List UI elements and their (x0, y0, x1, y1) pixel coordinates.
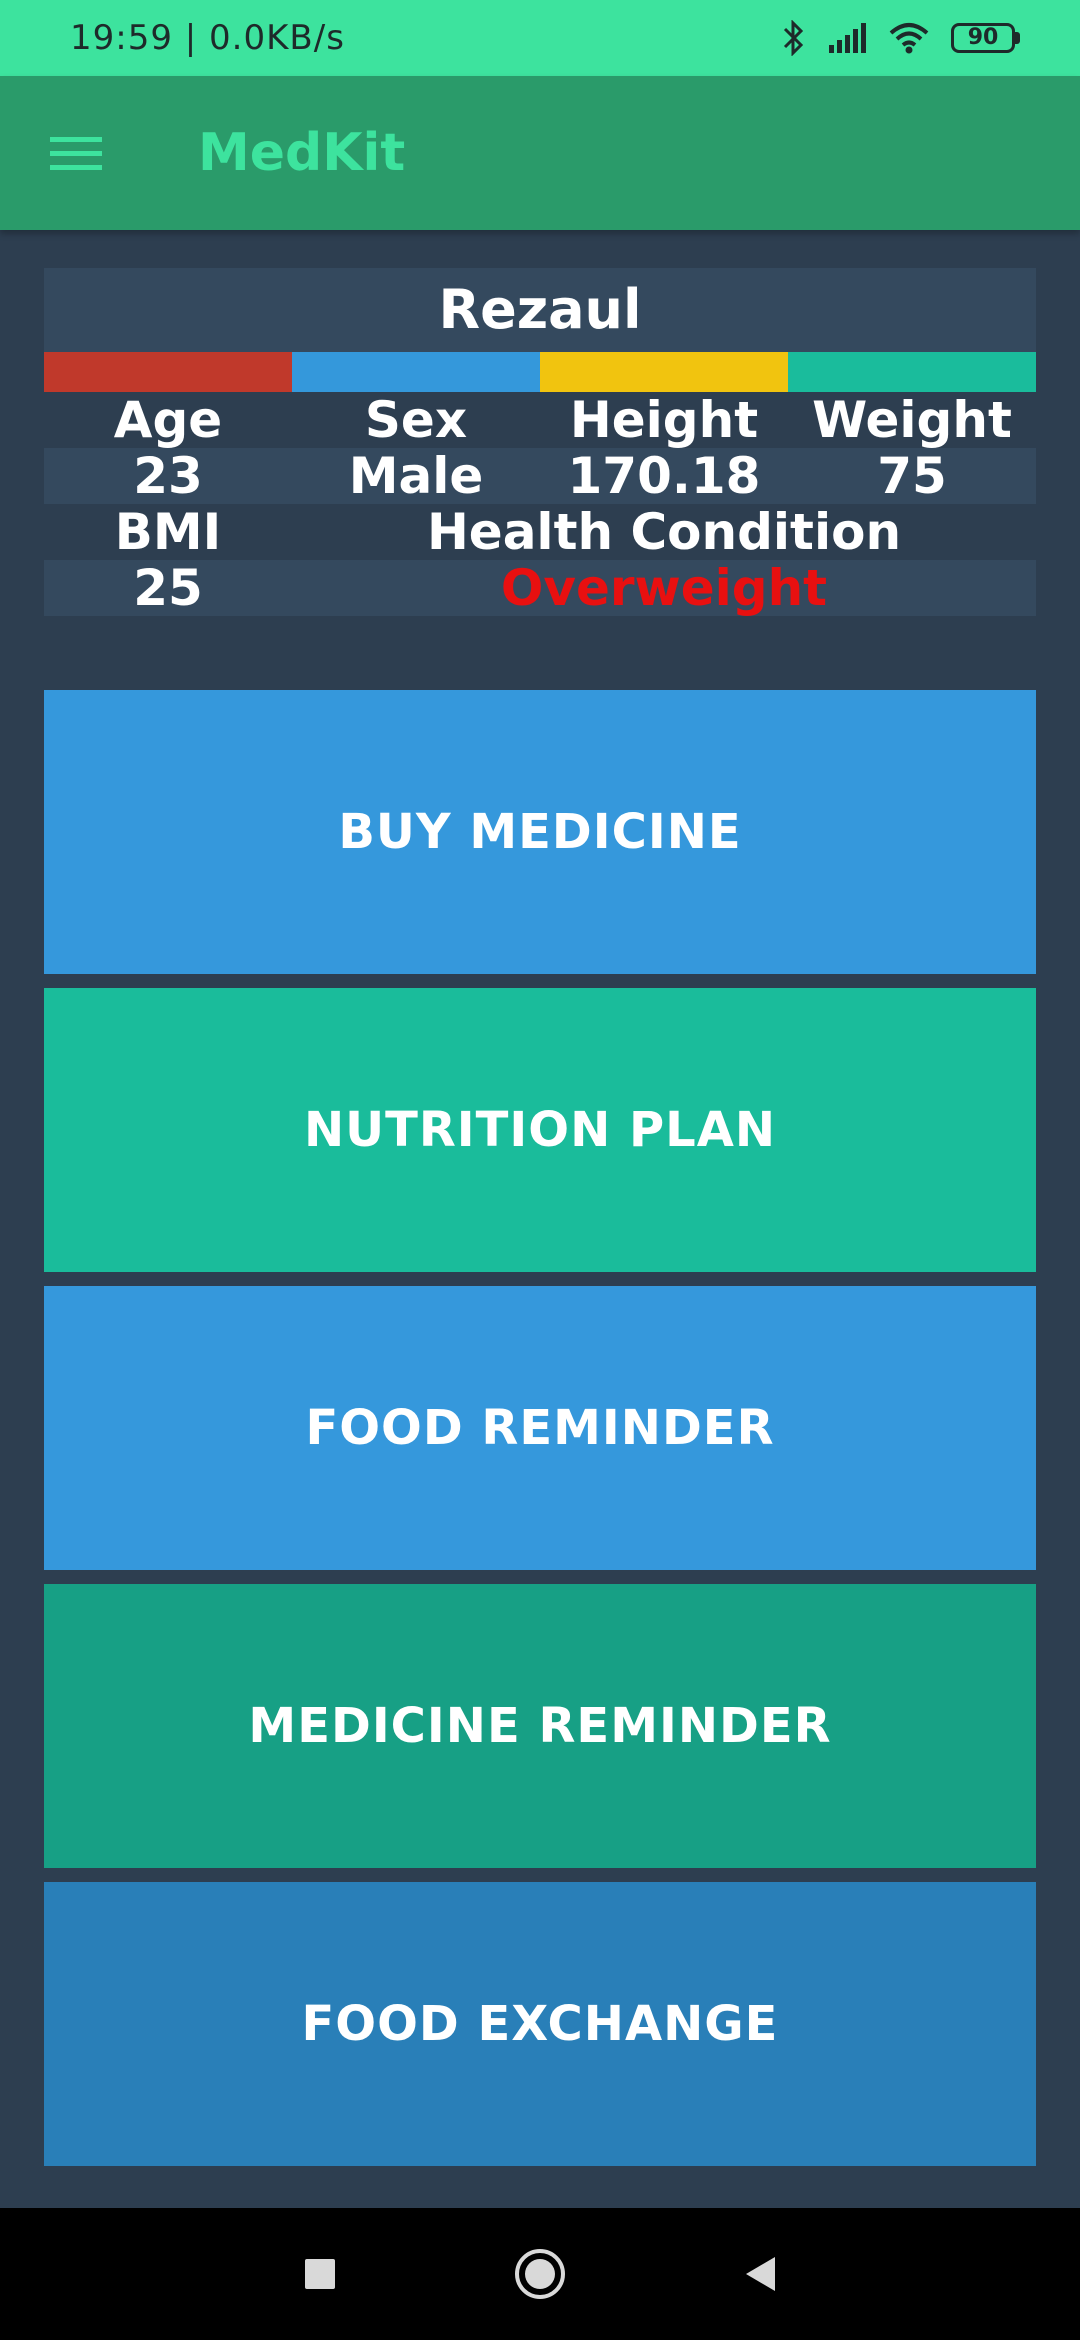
wifi-icon (889, 22, 929, 54)
buy-medicine-label: BUY MEDICINE (338, 804, 742, 860)
profile-card: Rezaul Age Sex Height Weight 23 Male 170… (44, 268, 1036, 617)
color-strip (44, 352, 1036, 392)
buy-medicine-button[interactable]: BUY MEDICINE (44, 690, 1036, 974)
bmi-header-row: BMI Health Condition (44, 503, 1036, 561)
recents-square-icon[interactable] (280, 2234, 360, 2314)
home-circle-icon[interactable] (500, 2234, 580, 2314)
food-reminder-label: FOOD REMINDER (305, 1400, 775, 1456)
health-condition-label: Health Condition (426, 503, 902, 561)
profile-values-row: 23 Male 170.18 75 (44, 447, 1036, 505)
back-triangle-icon[interactable] (720, 2234, 800, 2314)
weight-label: Weight (812, 391, 1012, 449)
health-condition-value: Overweight (500, 559, 828, 617)
bluetooth-icon (781, 20, 805, 56)
color-strip-segment (44, 352, 292, 392)
sex-label: Sex (364, 391, 468, 449)
weight-value: 75 (877, 447, 947, 505)
battery-level: 90 (951, 23, 1015, 53)
sex-value: Male (348, 447, 484, 505)
medicine-reminder-label: MEDICINE REMINDER (248, 1698, 832, 1754)
medicine-reminder-button[interactable]: MEDICINE REMINDER (44, 1584, 1036, 1868)
nutrition-plan-button[interactable]: NUTRITION PLAN (44, 988, 1036, 1272)
app-title: MedKit (198, 123, 406, 183)
bmi-value: 25 (133, 559, 203, 617)
status-icons: 90 (781, 20, 1020, 56)
color-strip-segment (540, 352, 788, 392)
status-time-speed: 19:59 | 0.0KB/s (70, 18, 345, 58)
app-bar: MedKit (0, 76, 1080, 230)
height-value: 170.18 (567, 447, 761, 505)
bmi-label: BMI (114, 503, 222, 561)
status-bar: 19:59 | 0.0KB/s 90 (0, 0, 1080, 76)
profile-name: Rezaul (44, 268, 1036, 352)
color-strip-segment (788, 352, 1036, 392)
food-exchange-label: FOOD EXCHANGE (301, 1996, 779, 2052)
nutrition-plan-label: NUTRITION PLAN (303, 1102, 777, 1158)
bmi-values-row: 25 Overweight (44, 559, 1036, 617)
food-reminder-button[interactable]: FOOD REMINDER (44, 1286, 1036, 1570)
hamburger-menu-icon[interactable] (26, 103, 126, 203)
signal-icon (827, 23, 867, 53)
food-exchange-button[interactable]: FOOD EXCHANGE (44, 1882, 1036, 2166)
system-nav-bar (0, 2208, 1080, 2340)
battery-icon: 90 (951, 23, 1020, 53)
height-label: Height (569, 391, 759, 449)
profile-header-row: Age Sex Height Weight (44, 391, 1036, 449)
age-label: Age (113, 391, 223, 449)
color-strip-segment (292, 352, 540, 392)
age-value: 23 (133, 447, 203, 505)
